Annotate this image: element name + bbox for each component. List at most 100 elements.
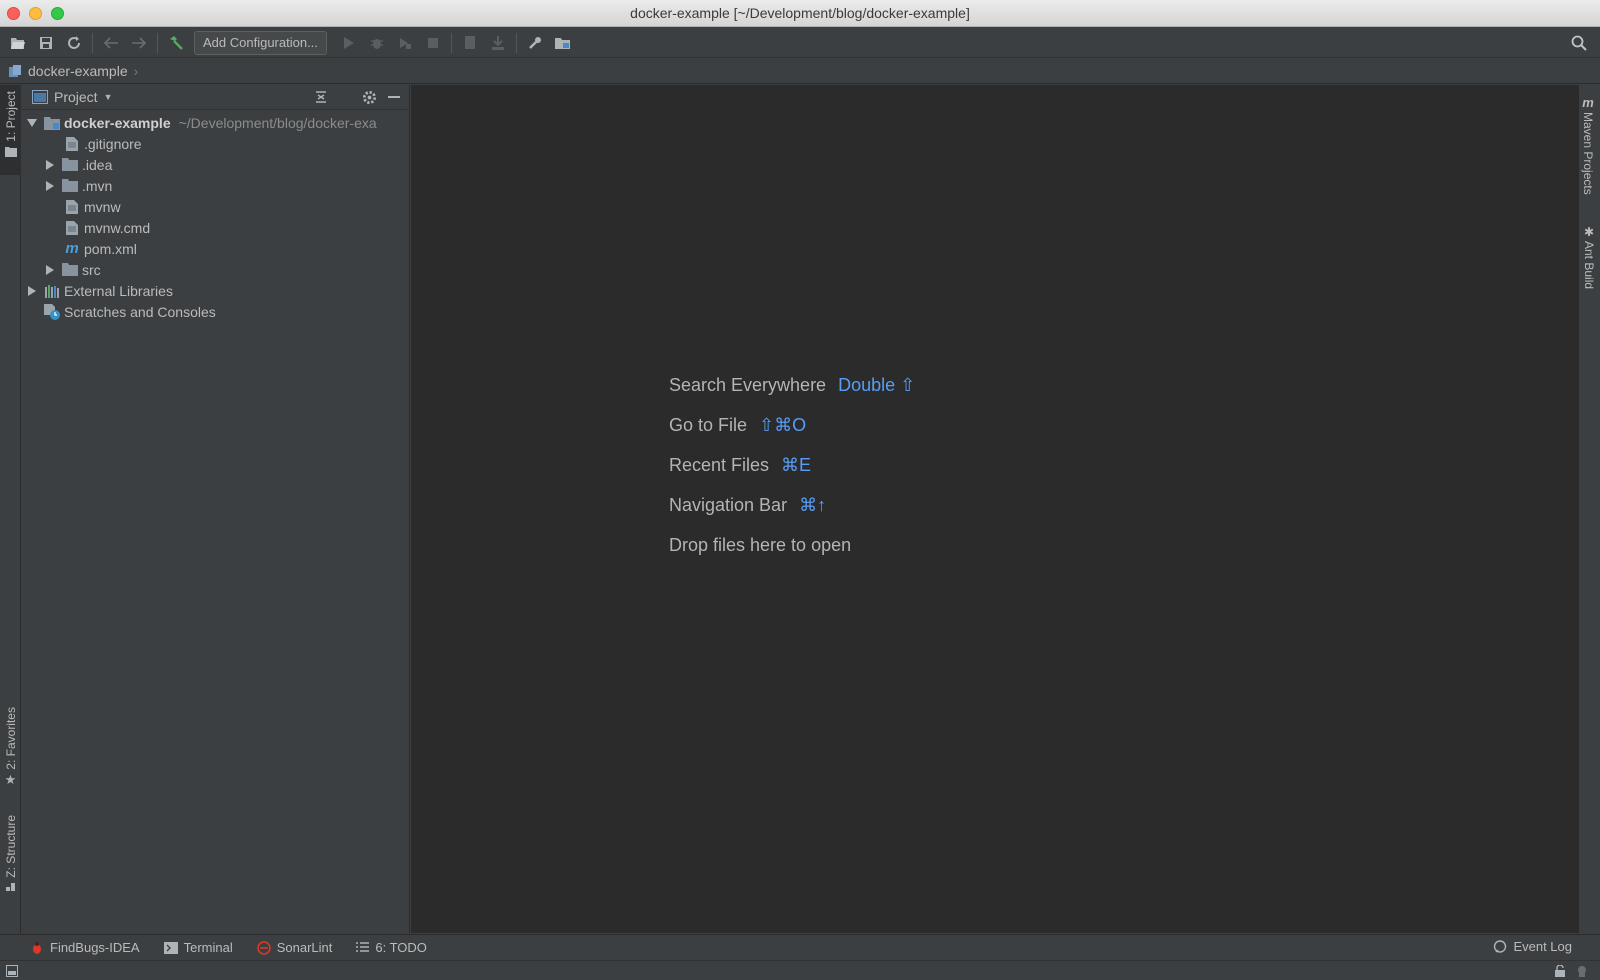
tree-item-label: src bbox=[82, 261, 101, 278]
collapsed-arrow-icon[interactable] bbox=[26, 285, 38, 297]
folder-icon bbox=[4, 146, 17, 157]
build-project-button[interactable] bbox=[162, 30, 190, 56]
window-title: docker-example [~/Development/blog/docke… bbox=[630, 5, 970, 21]
bottom-tool-bar: FindBugs-IDEA Terminal SonarLint 6: TODO… bbox=[0, 934, 1600, 960]
maximize-window-button[interactable] bbox=[51, 7, 64, 20]
debug-button[interactable] bbox=[363, 30, 391, 56]
tab-todo-label: 6: TODO bbox=[375, 940, 427, 955]
minimize-window-button[interactable] bbox=[29, 7, 42, 20]
collapse-all-icon[interactable] bbox=[314, 90, 328, 104]
project-tree: docker-example ~/Development/blog/docker… bbox=[22, 110, 409, 322]
arrow-right-icon bbox=[132, 36, 147, 49]
chevron-down-icon[interactable]: ▼ bbox=[104, 92, 113, 102]
stop-icon bbox=[427, 37, 438, 48]
tab-terminal-label: Terminal bbox=[183, 940, 233, 955]
tab-project-label: 1: Project bbox=[3, 91, 18, 142]
tab-sonarlint[interactable]: SonarLint bbox=[256, 940, 333, 955]
collapsed-arrow-icon[interactable] bbox=[44, 159, 56, 171]
vcs-update-button[interactable] bbox=[456, 30, 484, 56]
tab-maven-label: Maven Projects bbox=[1581, 112, 1595, 195]
bug-icon bbox=[370, 38, 383, 49]
tab-event-log-label: Event Log bbox=[1513, 939, 1572, 954]
tab-favorites[interactable]: 2: Favorites ★ bbox=[0, 707, 21, 799]
editor-empty-hints: Search Everywhere Double ⇧ Go to File ⇧⌘… bbox=[669, 365, 915, 565]
sonarlint-icon bbox=[256, 940, 271, 955]
tree-item-gitignore[interactable]: .gitignore bbox=[22, 133, 409, 154]
settings-gear-icon[interactable] bbox=[362, 90, 377, 105]
settings-button[interactable] bbox=[521, 30, 549, 56]
tree-item-external-libraries[interactable]: External Libraries bbox=[22, 280, 409, 301]
findbugs-icon bbox=[33, 941, 41, 954]
expanded-arrow-icon[interactable] bbox=[26, 117, 38, 129]
stop-button[interactable] bbox=[419, 30, 447, 56]
wrench-icon bbox=[528, 36, 541, 49]
search-everywhere-button[interactable] bbox=[1568, 32, 1590, 54]
hint-navigation-bar: Navigation Bar ⌘↑ bbox=[669, 485, 915, 525]
folder-icon bbox=[62, 179, 78, 193]
breadcrumb-project[interactable]: docker-example bbox=[28, 63, 128, 79]
tab-sonarlint-label: SonarLint bbox=[276, 940, 333, 955]
tree-item-scratches[interactable]: Scratches and Consoles bbox=[22, 301, 409, 322]
hint-go-to-file: Go to File ⇧⌘O bbox=[669, 405, 915, 445]
tab-todo[interactable]: 6: TODO bbox=[356, 940, 427, 955]
todo-list-icon bbox=[356, 942, 370, 952]
project-panel-actions bbox=[314, 90, 409, 105]
window-titlebar: docker-example [~/Development/blog/docke… bbox=[0, 0, 1600, 27]
forward-button[interactable] bbox=[125, 30, 153, 56]
open-folder-button[interactable] bbox=[4, 30, 32, 56]
hide-panel-icon[interactable] bbox=[387, 90, 401, 104]
close-window-button[interactable] bbox=[7, 7, 20, 20]
vcs-commit-button[interactable] bbox=[484, 30, 512, 56]
arrow-left-icon bbox=[103, 36, 118, 49]
add-configuration-button[interactable]: Add Configuration... bbox=[194, 30, 327, 55]
project-tool-window: Project ▼ docker-example ~/Development/b… bbox=[22, 85, 410, 933]
tab-event-log[interactable]: Event Log bbox=[1493, 939, 1572, 954]
tree-root[interactable]: docker-example ~/Development/blog/docker… bbox=[22, 112, 409, 133]
back-button[interactable] bbox=[97, 30, 125, 56]
toolbar-separator bbox=[450, 32, 452, 53]
project-structure-button[interactable] bbox=[549, 30, 577, 56]
left-tool-strip: 1: Project 2: Favorites ★ Z: Structure bbox=[0, 85, 21, 933]
save-all-button[interactable] bbox=[32, 30, 60, 56]
project-view-selector[interactable]: Project bbox=[54, 89, 98, 105]
tab-ant-build[interactable]: ✱ Ant Build bbox=[1582, 225, 1596, 289]
hint-shortcut: Double ⇧ bbox=[838, 374, 916, 395]
synchronize-button[interactable] bbox=[60, 30, 88, 56]
lock-icon[interactable] bbox=[1554, 965, 1566, 977]
hint-label: Go to File bbox=[669, 414, 748, 435]
text-file-icon bbox=[64, 136, 80, 151]
tree-item-label: Scratches and Consoles bbox=[64, 303, 216, 320]
tree-item-mvn[interactable]: .mvn bbox=[22, 175, 409, 196]
run-icon bbox=[343, 36, 354, 49]
collapsed-arrow-icon[interactable] bbox=[44, 264, 56, 276]
save-icon bbox=[40, 36, 52, 49]
run-with-coverage-button[interactable] bbox=[391, 30, 419, 56]
tree-item-mvnw-cmd[interactable]: mvnw.cmd bbox=[22, 217, 409, 238]
tree-item-src[interactable]: src bbox=[22, 259, 409, 280]
tab-project[interactable]: 1: Project bbox=[0, 85, 21, 175]
hint-label: Recent Files bbox=[669, 454, 770, 475]
star-icon: ★ bbox=[4, 771, 17, 787]
search-icon bbox=[1571, 35, 1587, 51]
navigation-bar: docker-example › bbox=[0, 59, 1600, 84]
tab-findbugs-label: FindBugs-IDEA bbox=[50, 940, 140, 955]
tree-item-idea[interactable]: .idea bbox=[22, 154, 409, 175]
inspector-icon[interactable] bbox=[1576, 965, 1588, 977]
collapsed-arrow-icon[interactable] bbox=[44, 180, 56, 192]
tab-structure[interactable]: Z: Structure bbox=[0, 815, 21, 907]
hint-shortcut: ⇧⌘O bbox=[759, 414, 807, 435]
scratches-icon bbox=[44, 303, 60, 320]
toggle-tool-windows-icon[interactable] bbox=[6, 965, 18, 977]
tree-item-label: External Libraries bbox=[64, 282, 173, 299]
right-tool-strip: m Maven Projects ✱ Ant Build bbox=[1578, 85, 1600, 933]
tab-maven-projects[interactable]: m Maven Projects bbox=[1581, 95, 1595, 195]
editor-area[interactable]: Search Everywhere Double ⇧ Go to File ⇧⌘… bbox=[411, 85, 1578, 933]
maven-icon: m bbox=[1582, 95, 1594, 110]
tree-item-mvnw[interactable]: mvnw bbox=[22, 196, 409, 217]
libraries-icon bbox=[44, 284, 60, 298]
tab-findbugs[interactable]: FindBugs-IDEA bbox=[30, 940, 140, 955]
tree-item-pom-xml[interactable]: m pom.xml bbox=[22, 238, 409, 259]
run-button[interactable] bbox=[335, 30, 363, 56]
tab-terminal[interactable]: Terminal bbox=[163, 940, 233, 955]
hint-label: Drop files here to open bbox=[669, 534, 852, 555]
